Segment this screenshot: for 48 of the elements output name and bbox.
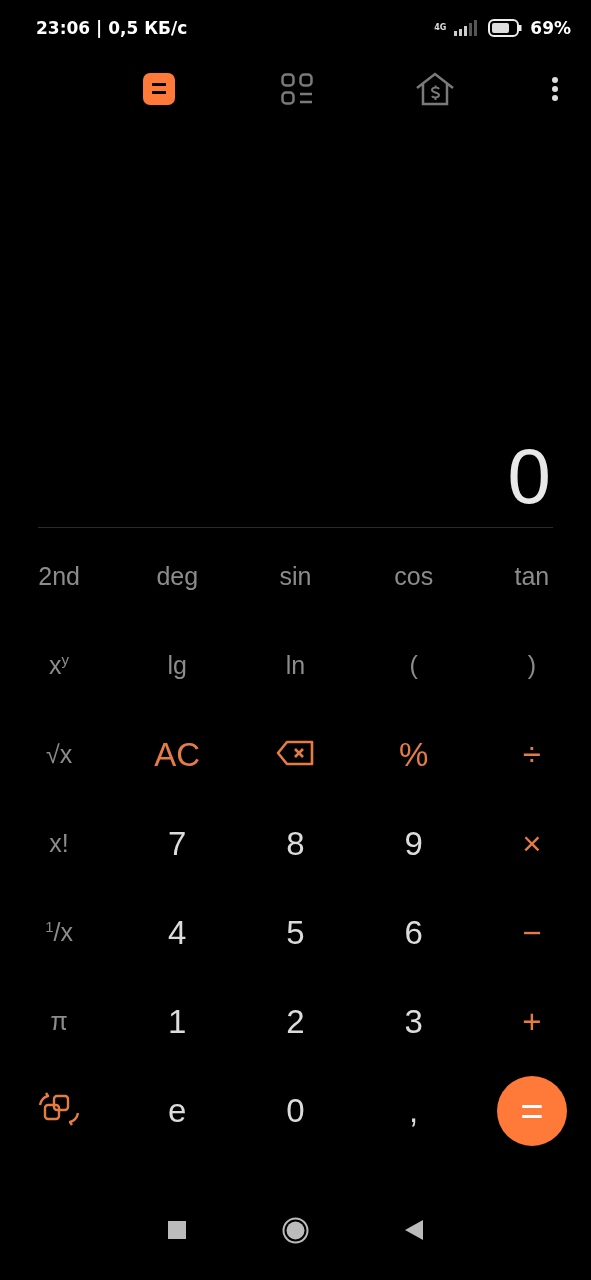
circle-icon (282, 1216, 309, 1244)
key-button[interactable]: tan (514, 564, 550, 589)
key-button[interactable]: ln (285, 653, 306, 678)
key-button[interactable]: % (399, 738, 429, 771)
key-button[interactable]: , (409, 1094, 419, 1127)
key-button[interactable]: e (168, 1094, 187, 1127)
key-button[interactable]: √x (45, 742, 73, 767)
key-button[interactable]: π (50, 1009, 68, 1034)
key-button[interactable]: 7 (168, 827, 187, 860)
key-button[interactable]: sin (279, 564, 312, 589)
key-button[interactable]: lg (167, 653, 187, 678)
status-time: 23:06 | 0,5 КБ/с (36, 17, 188, 38)
result-display: 0 (507, 437, 551, 515)
key-button[interactable]: ( (409, 653, 418, 678)
key-button[interactable]: 2 (286, 1005, 305, 1038)
key-button[interactable]: AC (154, 738, 201, 771)
home-button[interactable] (282, 1216, 309, 1244)
key-button[interactable]: + (522, 1005, 542, 1038)
key-button[interactable]: ) (527, 653, 537, 678)
swap-squares-icon (38, 1091, 81, 1128)
key-button[interactable]: deg (156, 564, 199, 589)
key-button[interactable]: − (522, 916, 542, 949)
key-button[interactable]: $^{1}$/x (45, 919, 73, 946)
grid-icon (281, 72, 313, 105)
key-button[interactable]: 8 (286, 827, 305, 860)
house-dollar-icon (415, 71, 455, 106)
more-icon (551, 75, 559, 102)
key-button[interactable]: 3 (404, 1005, 423, 1038)
key-button[interactable]: ÷ (522, 738, 541, 771)
key-button[interactable]: 0 (286, 1094, 305, 1127)
key-button[interactable]: x$^{y}$ (49, 652, 70, 679)
key-button[interactable]: cos (394, 564, 434, 589)
backspace-icon (276, 740, 315, 767)
square-icon (168, 1221, 186, 1239)
key-button[interactable]: × (522, 827, 542, 860)
battery-icon (488, 18, 523, 37)
back-button[interactable] (405, 1220, 423, 1240)
network-type: 4G (434, 23, 447, 32)
key-button[interactable]: 1 (168, 1005, 187, 1038)
key-button[interactable]: 9 (404, 827, 423, 860)
back-triangle-icon (405, 1220, 423, 1240)
key-button[interactable]: 6 (404, 916, 423, 949)
key-button[interactable]: 5 (286, 916, 305, 949)
calculator-icon (143, 72, 175, 105)
key-button[interactable]: 4 (168, 916, 187, 949)
key-button[interactable]: x! (49, 831, 69, 856)
battery-percent: 69% (530, 17, 571, 38)
key-button[interactable]: 2nd (38, 564, 80, 589)
